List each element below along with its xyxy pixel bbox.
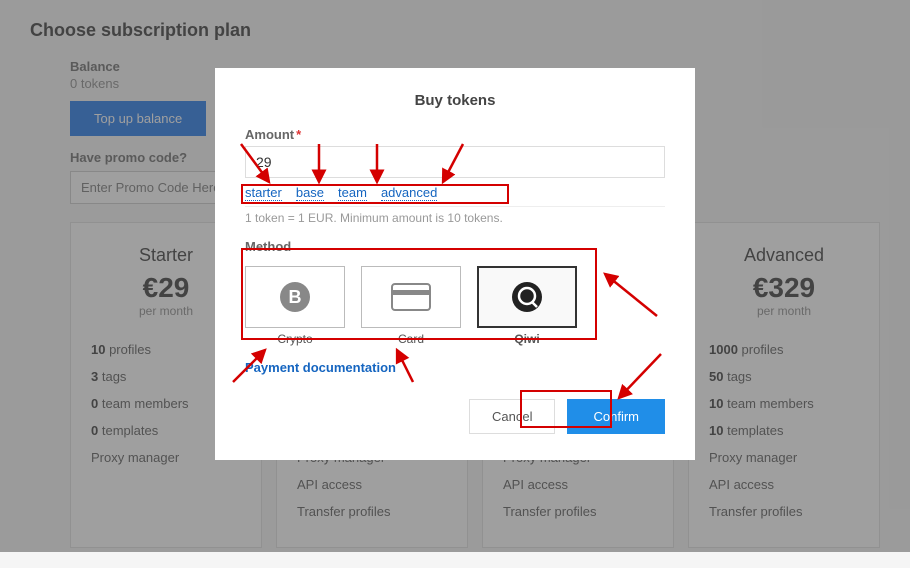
amount-label: Amount*: [245, 127, 665, 142]
modal-overlay: Buy tokens Amount* starter base team advanc…: [0, 0, 910, 552]
payment-documentation-link[interactable]: Payment documentation: [245, 360, 396, 375]
modal-title: Buy tokens: [245, 92, 665, 109]
crypto-icon: B: [245, 266, 345, 328]
method-label: Qiwi: [477, 332, 577, 346]
buy-tokens-modal: Buy tokens Amount* starter base team advanc…: [215, 68, 695, 460]
cancel-button[interactable]: Cancel: [469, 399, 555, 434]
method-label: Crypto: [245, 332, 345, 346]
qiwi-icon: [477, 266, 577, 328]
preset-base[interactable]: base: [296, 185, 324, 201]
methods-row: B Crypto Card Qiwi: [245, 266, 665, 346]
method-label: Card: [361, 332, 461, 346]
amount-hint: 1 token = 1 EUR. Minimum amount is 10 to…: [245, 206, 665, 225]
method-crypto[interactable]: B Crypto: [245, 266, 345, 346]
card-icon: [361, 266, 461, 328]
method-card[interactable]: Card: [361, 266, 461, 346]
preset-starter[interactable]: starter: [245, 185, 282, 201]
amount-presets: starter base team advanced: [245, 184, 665, 202]
preset-team[interactable]: team: [338, 185, 367, 201]
confirm-button[interactable]: Confirm: [567, 399, 665, 434]
method-label: Method: [245, 239, 665, 254]
amount-input[interactable]: [245, 146, 665, 178]
svg-text:B: B: [289, 287, 302, 307]
method-qiwi[interactable]: Qiwi: [477, 266, 577, 346]
preset-advanced[interactable]: advanced: [381, 185, 437, 201]
